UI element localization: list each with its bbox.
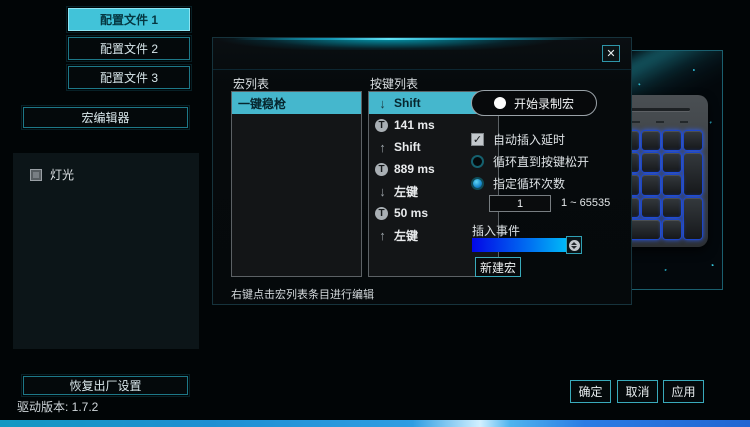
macro-editor-dialog: ✕ 宏列表 一键稳枪 按键列表 ↓ Shift T 141 ms ↑ Shift [212,37,632,305]
titlebar-separator [213,69,631,70]
numpad-dash [656,121,664,123]
macro-editor-button[interactable]: 宏编辑器 [21,105,190,130]
down-arrow-icon: ↓ [379,183,386,199]
record-icon [493,97,506,109]
key-event-item[interactable]: T 50 ms [369,202,498,224]
down-arrow-icon: ↓ [379,95,386,111]
timer-icon: T [375,206,388,220]
loop-until-release-radio[interactable] [471,155,484,168]
restore-factory-label: 恢复出厂设置 [69,379,142,393]
close-icon: ✕ [606,48,616,60]
macro-editor-label: 宏编辑器 [81,111,130,125]
bottom-accent-bar [0,420,750,427]
key-event-label: Shift [394,96,421,110]
insert-event-select[interactable] [472,236,582,254]
driver-version-text: 驱动版本: 1.7.2 [17,400,99,414]
key-event-label: 889 ms [394,162,435,176]
lighting-panel: 灯光 [13,153,199,349]
macro-list-item[interactable]: 一键稳枪 [232,92,361,114]
loop-until-release-row: 循环直到按键松开 [471,153,589,170]
apply-button[interactable]: 应用 [663,380,704,403]
macro-list-title: 宏列表 [233,77,270,91]
insert-event-label: 插入事件 [472,224,521,238]
edit-hint-text: 右键点击宏列表条目进行编辑 [231,289,374,301]
profile-button[interactable]: 配置文件 3 [66,64,192,91]
profile-button-label: 配置文件 1 [99,13,158,27]
profile-button-label: 配置文件 2 [99,42,158,56]
profile-button[interactable]: 配置文件 1 [66,6,192,33]
start-record-macro-button[interactable]: 开始录制宏 [471,90,597,116]
key-event-label: Shift [394,140,421,154]
timer-icon: T [375,162,388,176]
close-button[interactable]: ✕ [602,45,620,62]
keypad-preview-panel [627,50,723,290]
loop-until-release-label: 循环直到按键松开 [493,155,590,169]
profile-button-label: 配置文件 3 [99,71,158,85]
profile-button[interactable]: 配置文件 2 [66,35,192,62]
lighting-checkbox[interactable] [30,168,42,181]
ok-button[interactable]: 确定 [570,380,611,403]
up-arrow-icon: ↑ [379,139,386,155]
auto-delay-label: 自动插入延时 [493,133,566,147]
loop-count-radio[interactable] [471,177,484,190]
auto-delay-row: ✓ 自动插入延时 [471,131,565,148]
spinner-arrows-icon [568,239,580,251]
lighting-label: 灯光 [50,168,75,182]
numpad-dash [680,121,688,123]
up-arrow-icon: ↑ [379,227,386,243]
numpad-keys [628,131,702,239]
key-event-label: 左键 [394,228,419,243]
macro-name: 一键稳枪 [238,96,287,111]
loop-count-label: 指定循环次数 [493,177,566,191]
numpad-grille [628,108,690,111]
restore-factory-button[interactable]: 恢复出厂设置 [21,374,190,397]
cancel-button[interactable]: 取消 [617,380,658,403]
loop-count-range: 1 ~ 65535 [561,197,611,209]
new-macro-button[interactable]: 新建宏 [475,257,521,277]
key-event-label: 50 ms [394,206,429,220]
loop-count-input[interactable] [489,195,551,212]
key-event-label: 左键 [394,184,419,199]
auto-delay-checkbox[interactable]: ✓ [471,133,484,146]
key-event-label: 141 ms [394,118,435,132]
start-record-label: 开始录制宏 [513,96,574,111]
loop-count-row: 指定循环次数 [471,175,565,192]
insert-event-spinner[interactable] [566,236,582,254]
timer-icon: T [375,118,388,132]
numpad-image [628,95,708,247]
numpad-dash [632,121,640,123]
lighting-row: 灯光 [30,166,74,183]
key-list-title: 按键列表 [370,77,419,91]
macro-list[interactable]: 一键稳枪 [231,91,362,277]
